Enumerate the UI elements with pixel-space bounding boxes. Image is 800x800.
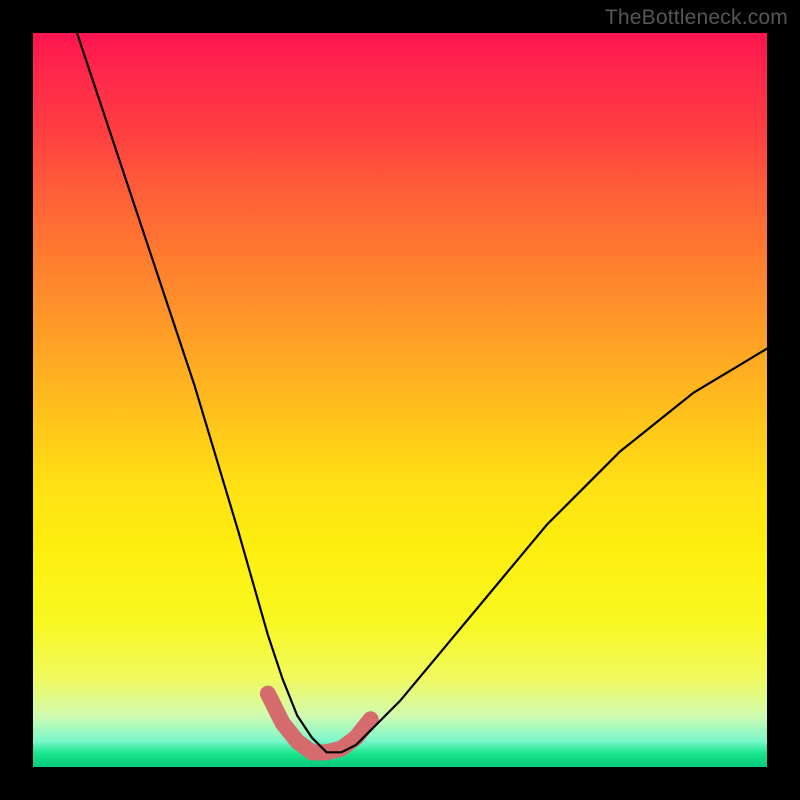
chart-frame: TheBottleneck.com: [0, 0, 800, 800]
bottleneck-curve: [77, 33, 767, 752]
watermark-text: TheBottleneck.com: [605, 6, 788, 30]
curve-layer: [33, 33, 767, 767]
